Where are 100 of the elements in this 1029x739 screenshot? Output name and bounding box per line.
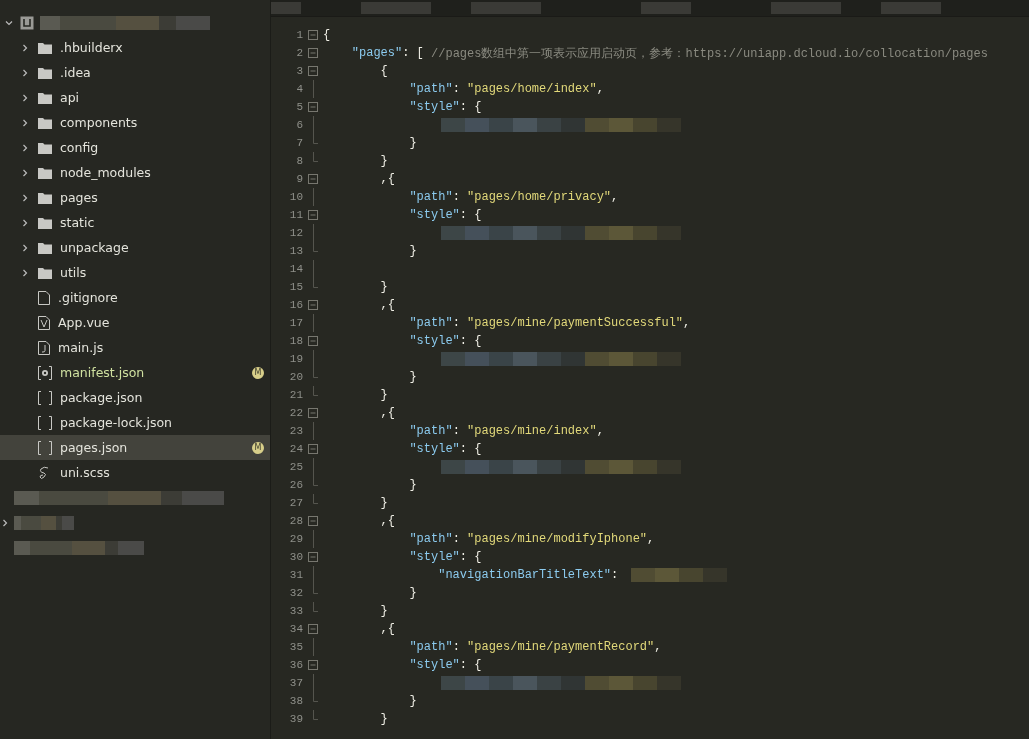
modified-badge: M bbox=[252, 441, 264, 454]
code-token: "path" bbox=[408, 532, 453, 546]
code-token: "pages/home/privacy" bbox=[467, 190, 612, 204]
file-tree-item[interactable]: utils bbox=[0, 260, 270, 285]
collapse-icon[interactable] bbox=[308, 300, 318, 310]
line-number: 16 bbox=[288, 299, 303, 311]
file-tree-item[interactable]: pages bbox=[0, 185, 270, 210]
file-name: uni.scss bbox=[60, 465, 110, 480]
chevron-icon[interactable] bbox=[20, 92, 30, 103]
code-token: : [ bbox=[402, 46, 425, 60]
code-token: "style" bbox=[408, 334, 460, 348]
code-token: : bbox=[452, 316, 461, 330]
file-tree-item[interactable]: .hbuilderx bbox=[0, 35, 270, 60]
fold-end-line bbox=[312, 602, 318, 612]
code-token: , bbox=[683, 316, 691, 330]
chevron-icon[interactable] bbox=[20, 142, 30, 153]
line-number: 6 bbox=[295, 119, 303, 131]
collapse-icon[interactable] bbox=[308, 444, 318, 454]
collapse-icon[interactable] bbox=[308, 30, 318, 40]
file-tree-item[interactable]: package-lock.json bbox=[0, 410, 270, 435]
line-number: 28 bbox=[288, 515, 303, 527]
file-tree-item[interactable]: .idea bbox=[0, 60, 270, 85]
code-token: : { bbox=[459, 334, 482, 348]
collapse-icon[interactable] bbox=[308, 624, 318, 634]
line-number: 1 bbox=[295, 29, 303, 41]
file-name: utils bbox=[60, 265, 87, 280]
file-tree-item[interactable]: config bbox=[0, 135, 270, 160]
code-token: } bbox=[408, 136, 417, 150]
code-token: : bbox=[452, 82, 461, 96]
file-tree-item[interactable]: uni.scss bbox=[0, 460, 270, 485]
collapse-icon[interactable] bbox=[308, 660, 318, 670]
file-tree-item[interactable]: main.js bbox=[0, 335, 270, 360]
fold-end-line bbox=[312, 494, 318, 504]
file-j-icon bbox=[38, 340, 50, 355]
line-number: 34 bbox=[288, 623, 303, 635]
code-token: "pages/mine/paymentRecord" bbox=[467, 640, 655, 654]
code-token: } bbox=[379, 388, 388, 402]
line-number: 39 bbox=[288, 713, 303, 725]
file-tree-item[interactable]: manifest.json M bbox=[0, 360, 270, 385]
chevron-icon[interactable] bbox=[20, 242, 30, 253]
collapse-icon[interactable] bbox=[308, 48, 318, 58]
line-number: 22 bbox=[288, 407, 303, 419]
redaction-block bbox=[361, 2, 431, 14]
code-token: "style" bbox=[408, 550, 460, 564]
code-token: ,{ bbox=[379, 298, 395, 312]
folder-icon bbox=[38, 41, 52, 54]
file-tree-item[interactable]: node_modules bbox=[0, 160, 270, 185]
code-token: } bbox=[408, 586, 417, 600]
file-tree-item[interactable]: package.json bbox=[0, 385, 270, 410]
file-tree-item[interactable]: .gitignore bbox=[0, 285, 270, 310]
chevron-icon[interactable] bbox=[0, 517, 10, 528]
collapse-icon[interactable] bbox=[308, 66, 318, 76]
code-token: ,{ bbox=[379, 514, 395, 528]
fold-guide-line bbox=[312, 314, 314, 332]
chevron-icon[interactable] bbox=[20, 42, 30, 53]
code-token: } bbox=[379, 280, 388, 294]
collapse-icon[interactable] bbox=[308, 174, 318, 184]
brackets-icon bbox=[38, 415, 52, 430]
chevron-icon[interactable] bbox=[20, 267, 30, 278]
brackets-icon bbox=[38, 390, 52, 405]
chevron-icon[interactable] bbox=[20, 167, 30, 178]
folder-icon bbox=[38, 91, 52, 104]
line-number: 25 bbox=[288, 461, 303, 473]
chevron-icon[interactable] bbox=[20, 217, 30, 228]
file-tree-item[interactable]: App.vue bbox=[0, 310, 270, 335]
collapse-icon[interactable] bbox=[308, 516, 318, 526]
file-name: static bbox=[60, 215, 95, 230]
collapse-icon[interactable] bbox=[308, 102, 318, 112]
collapse-icon[interactable] bbox=[308, 408, 318, 418]
file-tree-item[interactable]: pages.json M bbox=[0, 435, 270, 460]
collapse-icon[interactable] bbox=[308, 210, 318, 220]
file-tree-item[interactable]: static bbox=[0, 210, 270, 235]
chevron-icon[interactable] bbox=[20, 117, 30, 128]
file-name: .idea bbox=[60, 65, 91, 80]
file-tree-item[interactable]: components bbox=[0, 110, 270, 135]
file-tree-item[interactable]: unpackage bbox=[0, 235, 270, 260]
code-token: } bbox=[379, 604, 388, 618]
gear-file-icon bbox=[38, 365, 52, 380]
collapse-icon[interactable] bbox=[308, 336, 318, 346]
code-token: "style" bbox=[408, 208, 460, 222]
code-token: "pages/mine/index" bbox=[467, 424, 597, 438]
code-token: } bbox=[408, 478, 417, 492]
code-token: , bbox=[654, 640, 662, 654]
code-token: } bbox=[408, 694, 417, 708]
chevron-icon[interactable] bbox=[20, 192, 30, 203]
line-number: 17 bbox=[288, 317, 303, 329]
code-token: "style" bbox=[408, 658, 460, 672]
chevron-icon[interactable] bbox=[20, 67, 30, 78]
collapse-icon[interactable] bbox=[308, 552, 318, 562]
line-number: 38 bbox=[288, 695, 303, 707]
code-token: "pages/home/index" bbox=[467, 82, 597, 96]
line-number: 23 bbox=[288, 425, 303, 437]
fold-guide-line bbox=[312, 422, 314, 440]
file-name: config bbox=[60, 140, 99, 155]
code-token: , bbox=[611, 190, 619, 204]
file-tree-item[interactable]: api bbox=[0, 85, 270, 110]
file-name: node_modules bbox=[60, 165, 151, 180]
code-token: : { bbox=[459, 658, 482, 672]
fold-guide-line bbox=[312, 458, 314, 476]
line-number: 5 bbox=[295, 101, 303, 113]
